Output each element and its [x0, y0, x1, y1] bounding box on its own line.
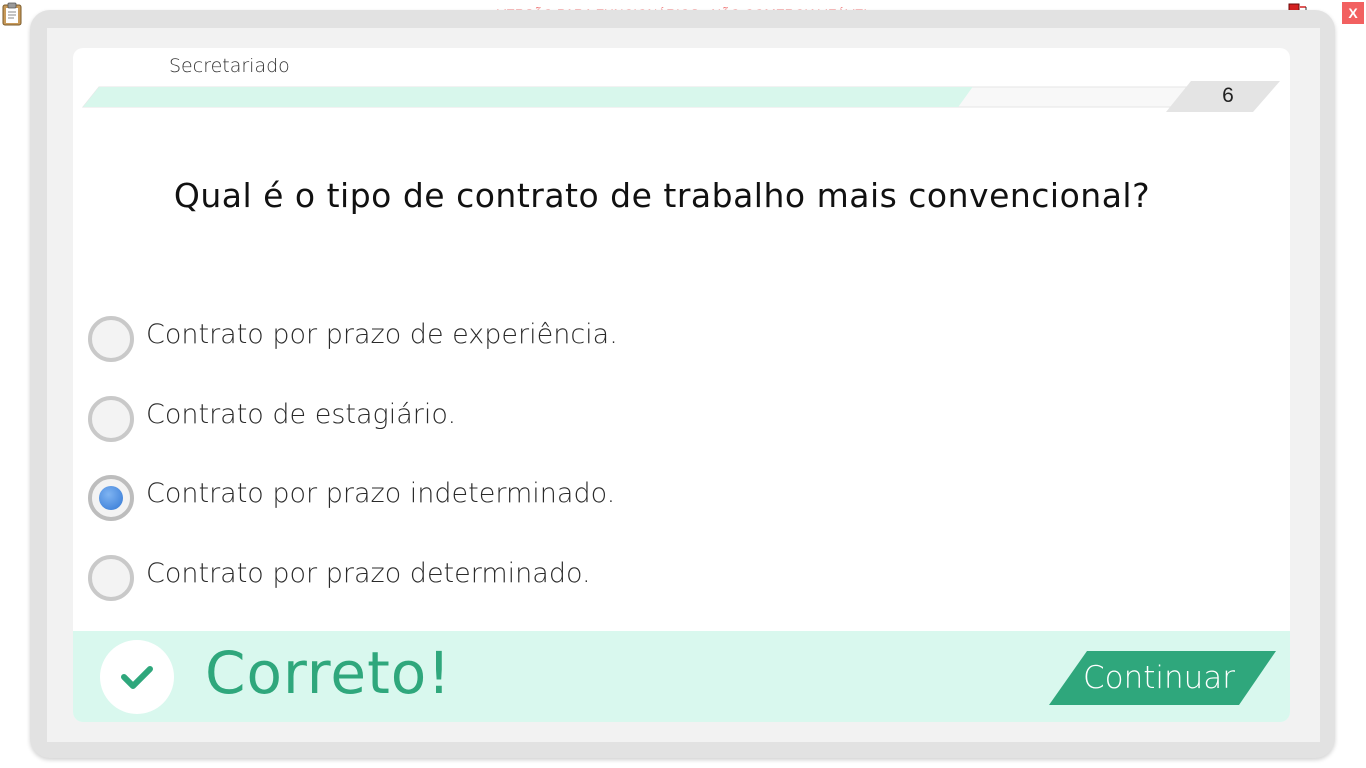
radio-button[interactable] [88, 396, 134, 442]
feedback-text: Correto! [205, 639, 452, 707]
quiz-card: Secretariado 6 Qual é o tipo de contrato… [73, 48, 1290, 722]
option-2[interactable]: Contrato de estagiário. [88, 396, 788, 444]
check-icon [121, 666, 153, 689]
course-title: Secretariado [169, 55, 290, 77]
page-number: 6 [1222, 84, 1234, 107]
radio-button[interactable] [88, 555, 134, 601]
radio-button[interactable] [88, 316, 134, 362]
question-text: Qual é o tipo de contrato de trabalho ma… [173, 176, 1151, 215]
option-label: Contrato por prazo determinado. [146, 558, 591, 589]
check-badge [100, 640, 174, 714]
progress-bar [81, 81, 1280, 112]
option-3[interactable]: Contrato por prazo indeterminado. [88, 475, 788, 523]
progress-fill [83, 87, 973, 107]
continue-label: Continuar [1082, 660, 1236, 696]
feedback-bar: Correto! Continuar [73, 631, 1290, 722]
option-label: Contrato de estagiário. [146, 399, 457, 430]
radio-button-selected[interactable] [88, 475, 134, 521]
close-button[interactable]: X [1342, 2, 1364, 24]
option-4[interactable]: Contrato por prazo determinado. [88, 555, 788, 603]
continue-button[interactable]: Continuar [1049, 651, 1277, 705]
clipboard-icon[interactable] [1, 2, 23, 26]
option-label: Contrato por prazo indeterminado. [146, 478, 616, 509]
option-label: Contrato por prazo de experiência. [146, 319, 618, 350]
radio-selected-dot [99, 486, 123, 510]
option-1[interactable]: Contrato por prazo de experiência. [88, 316, 788, 364]
